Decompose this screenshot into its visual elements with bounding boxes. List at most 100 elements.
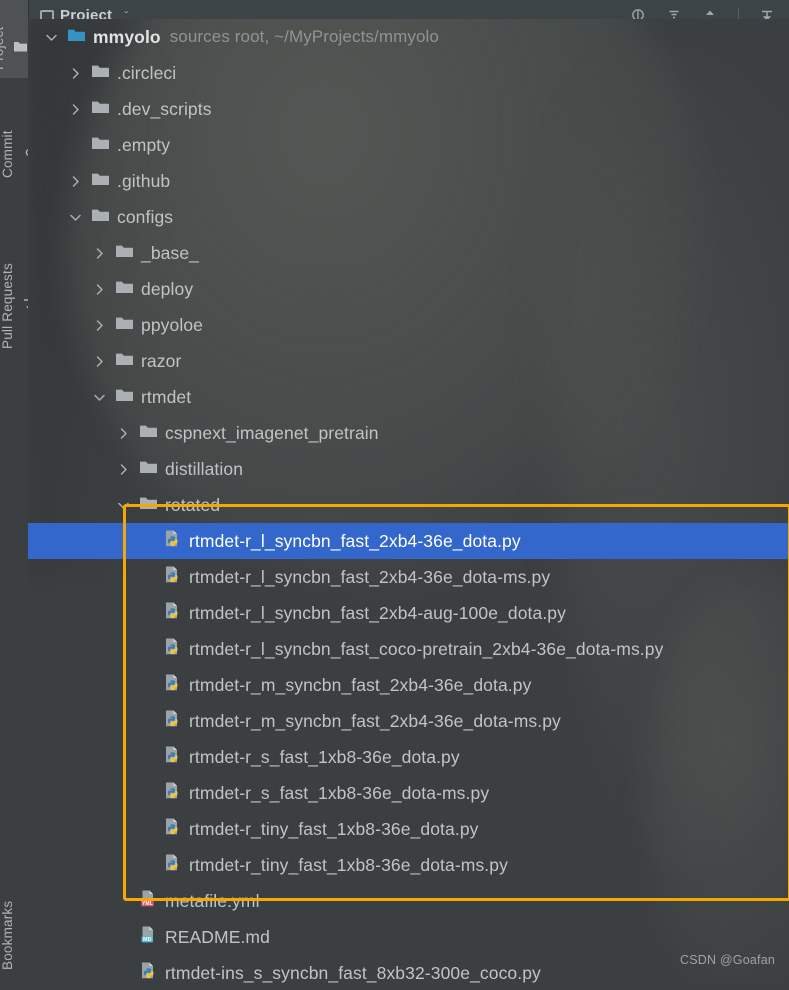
python-file-icon: [163, 601, 182, 625]
tree-root-hint: sources root, ~/MyProjects/mmyolo: [169, 27, 439, 46]
tree-node-label: rtmdet-r_tiny_fast_1xb8-36e_dota-ms.py: [189, 854, 508, 875]
tree-node-label: rtmdet: [141, 386, 192, 407]
expand-icon[interactable]: [702, 7, 718, 20]
tree-row-root[interactable]: mmyolo sources root, ~/MyProjects/mmyolo: [28, 19, 789, 55]
folder-icon: [115, 387, 134, 408]
tree-node-label: rtmdet-r_m_syncbn_fast_2xb4-36e_dota-ms.…: [189, 710, 561, 731]
project-tree-panel[interactable]: mmyolo sources root, ~/MyProjects/mmyolo.…: [28, 19, 789, 983]
module-folder-icon: [67, 27, 86, 48]
twisty-placeholder: [141, 535, 154, 548]
folder-icon: [139, 423, 158, 444]
twisty-placeholder: [141, 571, 154, 584]
tree-row[interactable]: rtmdet-r_tiny_fast_1xb8-36e_dota-ms.py: [28, 847, 789, 883]
twisty-placeholder: [141, 751, 154, 764]
folder-icon: [91, 99, 110, 120]
yml-file-icon: YML: [139, 889, 158, 913]
chevron-right-icon[interactable]: [117, 463, 130, 476]
tree-row[interactable]: .circleci: [28, 55, 789, 91]
tree-row[interactable]: .github: [28, 163, 789, 199]
tree-row[interactable]: deploy: [28, 271, 789, 307]
tree-node-label: rtmdet-r_tiny_fast_1xb8-36e_dota.py: [189, 818, 479, 839]
folder-icon: [139, 495, 158, 516]
tree-node-label: .github: [117, 170, 171, 191]
twisty-placeholder: [117, 967, 130, 980]
project-folder-icon: [13, 40, 28, 56]
tree-row[interactable]: rtmdet-r_m_syncbn_fast_2xb4-36e_dota.py: [28, 667, 789, 703]
tree-row[interactable]: .empty: [28, 127, 789, 163]
folder-icon: [91, 63, 110, 84]
python-file-icon: [163, 565, 182, 589]
tree-row[interactable]: rtmdet-r_s_fast_1xb8-36e_dota-ms.py: [28, 775, 789, 811]
python-file-icon: [163, 817, 182, 841]
python-file-icon: [163, 709, 182, 733]
chevron-right-icon[interactable]: [69, 175, 82, 188]
chevron-down-icon[interactable]: [69, 211, 82, 224]
tree-row[interactable]: rtmdet-r_tiny_fast_1xb8-36e_dota.py: [28, 811, 789, 847]
tree-root-label: mmyolo: [93, 26, 161, 47]
chevron-right-icon[interactable]: [93, 319, 106, 332]
twisty-placeholder: [141, 859, 154, 872]
svg-text:YML: YML: [142, 901, 153, 907]
tree-row[interactable]: _base_: [28, 235, 789, 271]
tool-window-stripe: Project Commit Pull Requests Bookmarks: [0, 0, 35, 983]
sidebar-item-pull-requests[interactable]: Pull Requests: [0, 230, 35, 382]
chevron-down-icon[interactable]: [93, 391, 106, 404]
tree-row[interactable]: rtmdet-r_m_syncbn_fast_2xb4-36e_dota-ms.…: [28, 703, 789, 739]
tree-node-label: cspnext_imagenet_pretrain: [165, 422, 379, 443]
tree-node-label: .dev_scripts: [117, 98, 212, 119]
collapse-all-icon[interactable]: [666, 7, 682, 20]
sort-alphabetically-icon[interactable]: [630, 7, 646, 19]
sidebar-item-bookmarks[interactable]: Bookmarks: [0, 880, 28, 990]
tree-row[interactable]: rtmdet-r_l_syncbn_fast_2xb4-36e_dota.py: [28, 523, 789, 559]
tree-row[interactable]: MD README.md: [28, 919, 789, 955]
tree-node-label: rtmdet-r_l_syncbn_fast_2xb4-36e_dota.py: [189, 530, 521, 551]
twisty-placeholder: [141, 715, 154, 728]
python-file-icon: [163, 529, 182, 553]
tree-row[interactable]: distillation: [28, 451, 789, 487]
chevron-right-icon[interactable]: [69, 103, 82, 116]
sidebar-item-project[interactable]: Project: [0, 2, 28, 94]
tree-node-label: rotated: [165, 494, 221, 515]
twisty-placeholder: [141, 643, 154, 656]
twisty-placeholder: [141, 823, 154, 836]
tool-window-actions: [630, 7, 775, 20]
chevron-right-icon[interactable]: [93, 283, 106, 296]
tree-row[interactable]: razor: [28, 343, 789, 379]
python-file-icon: [163, 745, 182, 769]
chevron-right-icon[interactable]: [93, 247, 106, 260]
settings-gear-icon[interactable]: [759, 7, 775, 19]
twisty-placeholder: [141, 787, 154, 800]
sidebar-item-label: Commit: [0, 130, 15, 178]
tree-node-label: distillation: [165, 458, 244, 479]
chevron-right-icon[interactable]: [69, 67, 82, 80]
python-file-icon: [139, 961, 158, 983]
python-file-icon: [163, 637, 182, 661]
tree-row[interactable]: rtmdet-r_l_syncbn_fast_coco-pretrain_2xb…: [28, 631, 789, 667]
tree-row[interactable]: rtmdet-ins_s_syncbn_fast_8xb32-300e_coco…: [28, 955, 789, 983]
tree-row[interactable]: cspnext_imagenet_pretrain: [28, 415, 789, 451]
sidebar-item-label: Project: [0, 26, 6, 70]
chevron-down-icon[interactable]: [45, 31, 58, 44]
tree-row[interactable]: .dev_scripts: [28, 91, 789, 127]
tree-row[interactable]: rtmdet-r_s_fast_1xb8-36e_dota.py: [28, 739, 789, 775]
twisty-placeholder: [117, 931, 130, 944]
tree-row[interactable]: YML metafile.yml: [28, 883, 789, 919]
chevron-down-icon[interactable]: [117, 499, 130, 512]
tree-row[interactable]: rtmdet-r_l_syncbn_fast_2xb4-aug-100e_dot…: [28, 595, 789, 631]
folder-icon: [91, 207, 110, 228]
sidebar-item-commit[interactable]: Commit: [0, 100, 34, 208]
tree-node-label: rtmdet-r_l_syncbn_fast_2xb4-aug-100e_dot…: [189, 602, 566, 623]
chevron-right-icon[interactable]: [93, 355, 106, 368]
chevron-right-icon[interactable]: [117, 427, 130, 440]
twisty-placeholder: [117, 895, 130, 908]
tree-row[interactable]: configs: [28, 199, 789, 235]
tree-row[interactable]: rotated: [28, 487, 789, 523]
folder-icon: [115, 351, 134, 372]
folder-icon: [115, 315, 134, 336]
md-file-icon: MD: [139, 925, 158, 949]
folder-icon: [115, 243, 134, 264]
tree-row[interactable]: rtmdet: [28, 379, 789, 415]
tree-row[interactable]: ppyoloe: [28, 307, 789, 343]
tree-row[interactable]: rtmdet-r_l_syncbn_fast_2xb4-36e_dota-ms.…: [28, 559, 789, 595]
tree-node-label: .empty: [117, 134, 171, 155]
